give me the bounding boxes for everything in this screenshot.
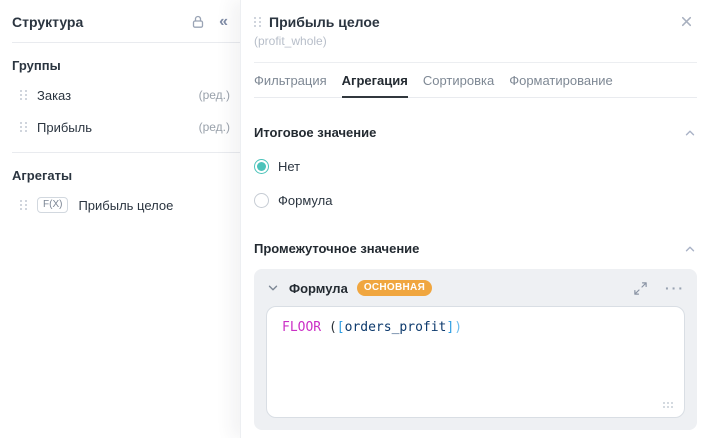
group-item-zakaz[interactable]: Заказ (ред.) [0, 79, 240, 111]
formula-card-header: Формула ОСНОВНАЯ ··· [266, 280, 685, 296]
chevron-up-icon[interactable] [683, 242, 697, 256]
radio-label: Нет [278, 159, 300, 174]
sidebar-title: Структура [12, 14, 83, 30]
drag-handle-icon[interactable] [20, 122, 27, 132]
aggregate-item-label: Прибыль целое [78, 198, 230, 213]
panel-title: Прибыль целое [269, 14, 380, 30]
code-token: orders_profit [345, 320, 447, 335]
expand-icon[interactable] [633, 281, 648, 296]
group-item-label: Прибыль [37, 120, 189, 135]
lock-icon[interactable] [190, 14, 206, 30]
sidebar-header-divider [12, 42, 240, 43]
tab-formatting[interactable]: Форматирование [509, 63, 613, 97]
radio-label: Формула [278, 193, 332, 208]
drag-handle-icon[interactable] [20, 90, 27, 100]
tab-sorting[interactable]: Сортировка [423, 63, 494, 97]
edit-hint[interactable]: (ред.) [199, 88, 230, 102]
resize-grip-icon[interactable] [663, 402, 675, 410]
dataset-field-editor: Структура « Группы Заказ (ред.) [0, 0, 710, 438]
panel-header: Прибыль целое (profit_whole) [241, 0, 710, 62]
intermediate-value-section-head: Промежуточное значение [254, 241, 697, 256]
total-value-section-head: Итоговое значение [254, 125, 697, 140]
formula-code-editor[interactable]: FLOOR ([orders_profit]) [266, 306, 685, 418]
settings-tabs: Фильтрация Агрегация Сортировка Форматир… [254, 63, 697, 98]
aggregates-list: F(X) Прибыль целое [0, 189, 240, 221]
formula-card-title: Формула [289, 281, 348, 296]
formula-fx-badge: F(X) [37, 197, 68, 213]
main-formula-badge: ОСНОВНАЯ [357, 280, 432, 296]
radio-button[interactable] [254, 159, 269, 174]
code-token: ) [454, 320, 462, 335]
edit-hint[interactable]: (ред.) [199, 120, 230, 134]
aggregate-item-profit-whole[interactable]: F(X) Прибыль целое [0, 189, 240, 221]
panel-body: Итоговое значение Нет Формула Промежуточ… [241, 125, 710, 438]
chevron-down-icon[interactable] [266, 281, 280, 295]
groups-section-label: Группы [12, 58, 240, 73]
code-token: FLOOR [282, 320, 321, 335]
field-id-subtitle: (profit_whole) [254, 34, 694, 48]
group-item-pribyl[interactable]: Прибыль (ред.) [0, 111, 240, 143]
intermediate-value-heading: Промежуточное значение [254, 241, 419, 256]
aggregates-section-label: Агрегаты [12, 168, 240, 183]
radio-option-none[interactable]: Нет [254, 159, 697, 174]
code-token: ( [321, 320, 337, 335]
drag-handle-icon[interactable] [20, 200, 27, 210]
field-settings-panel: Прибыль целое (profit_whole) Фильтрация … [240, 0, 710, 438]
collapse-sidebar-icon[interactable]: « [219, 14, 228, 30]
radio-option-formula[interactable]: Формула [254, 193, 697, 208]
groups-list: Заказ (ред.) Прибыль (ред.) [0, 79, 240, 143]
total-value-heading: Итоговое значение [254, 125, 376, 140]
code-token: [ [337, 320, 345, 335]
formula-card: Формула ОСНОВНАЯ ··· [254, 269, 697, 430]
sidebar-section-divider [12, 152, 240, 153]
chevron-up-icon[interactable] [683, 126, 697, 140]
close-icon[interactable] [680, 15, 693, 28]
tab-filtration[interactable]: Фильтрация [254, 63, 327, 97]
radio-button[interactable] [254, 193, 269, 208]
group-item-label: Заказ [37, 88, 189, 103]
formula-code-line: FLOOR ([orders_profit]) [267, 307, 684, 348]
sidebar-header: Структура « [0, 0, 240, 42]
drag-handle-icon[interactable] [254, 17, 261, 27]
structure-sidebar: Структура « Группы Заказ (ред.) [0, 0, 240, 438]
tab-aggregation[interactable]: Агрегация [342, 63, 408, 97]
